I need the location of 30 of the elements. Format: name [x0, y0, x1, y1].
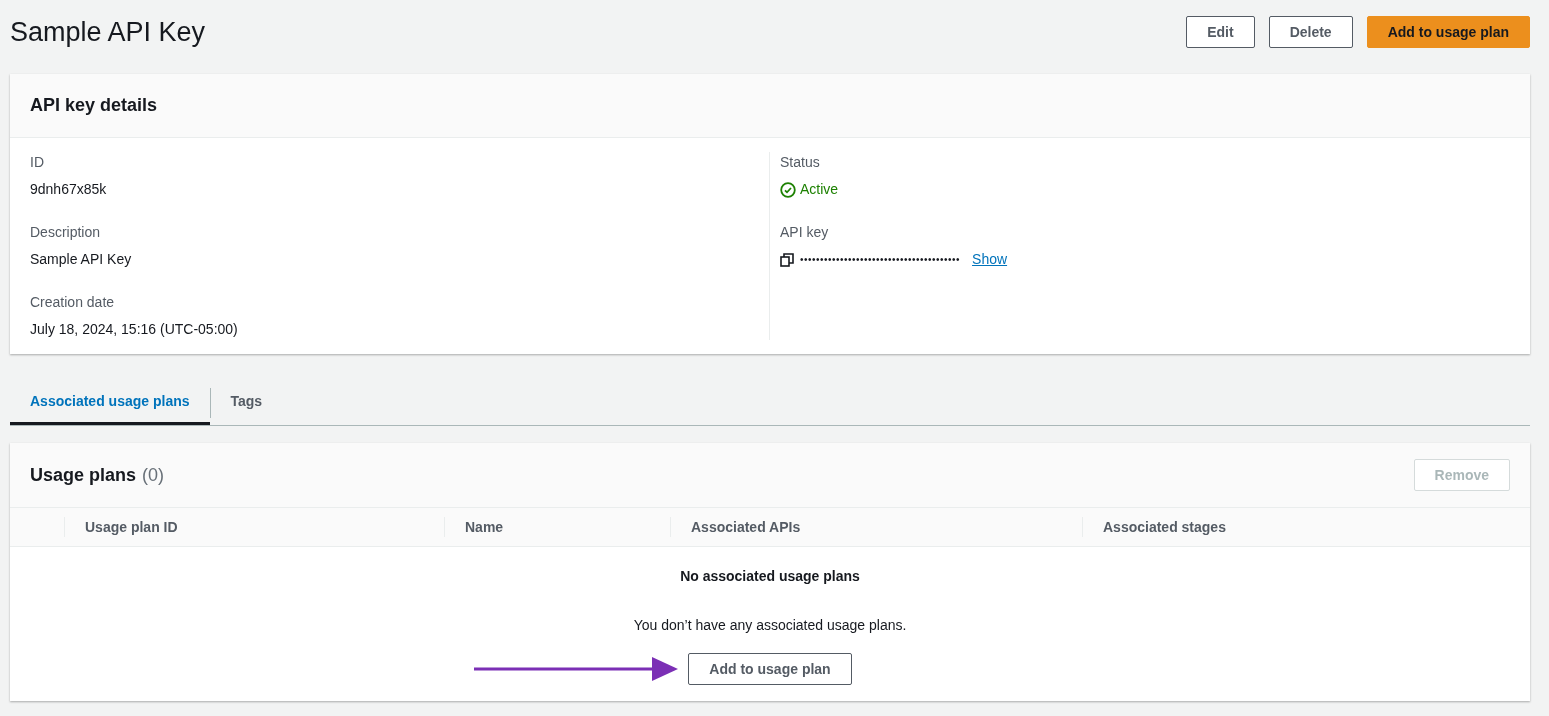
field-value: Sample API Key	[30, 250, 133, 269]
field-label: API key	[780, 223, 830, 242]
action-button[interactable]: Delete	[1268, 16, 1353, 48]
field-value: 9dnh67x85k	[30, 180, 108, 199]
add-to-usage-plan-button[interactable]: Add to usage plan	[688, 653, 852, 685]
panel-title: API key details	[30, 94, 158, 117]
column-header: Associated stages	[1103, 517, 1226, 537]
check-circle-icon	[780, 181, 796, 198]
column-header: Usage plan ID	[85, 517, 178, 537]
action-button[interactable]: Add to usage plan	[1366, 16, 1530, 48]
field-label: Status	[780, 153, 821, 172]
field-value: July 18, 2024, 15:16 (UTC-05:00)	[30, 320, 239, 339]
status-value: Active	[800, 180, 839, 199]
copy-icon	[780, 252, 794, 267]
arrow-icon	[474, 656, 679, 682]
page-title: Sample API Key	[10, 15, 206, 49]
api-key-value: ••••••••••••••••••••••••••••••••••••••••	[800, 253, 961, 267]
column-header: Associated APIs	[691, 517, 801, 537]
plan-count: (0)	[142, 463, 165, 487]
empty-message: You don’t have any associated usage plans.	[633, 616, 907, 635]
tab[interactable]: Tags	[210, 380, 283, 425]
tab[interactable]: Associated usage plans	[10, 380, 210, 425]
panel-title: Usage plans	[30, 463, 137, 487]
field-label: ID	[30, 153, 45, 172]
action-button[interactable]: Edit	[1186, 16, 1255, 48]
column-header: Name	[465, 517, 504, 537]
show-link[interactable]: Show	[972, 249, 1008, 270]
empty-title: No associated usage plans	[680, 567, 860, 586]
field-label: Creation date	[30, 293, 116, 312]
field-label: Description	[30, 223, 102, 242]
